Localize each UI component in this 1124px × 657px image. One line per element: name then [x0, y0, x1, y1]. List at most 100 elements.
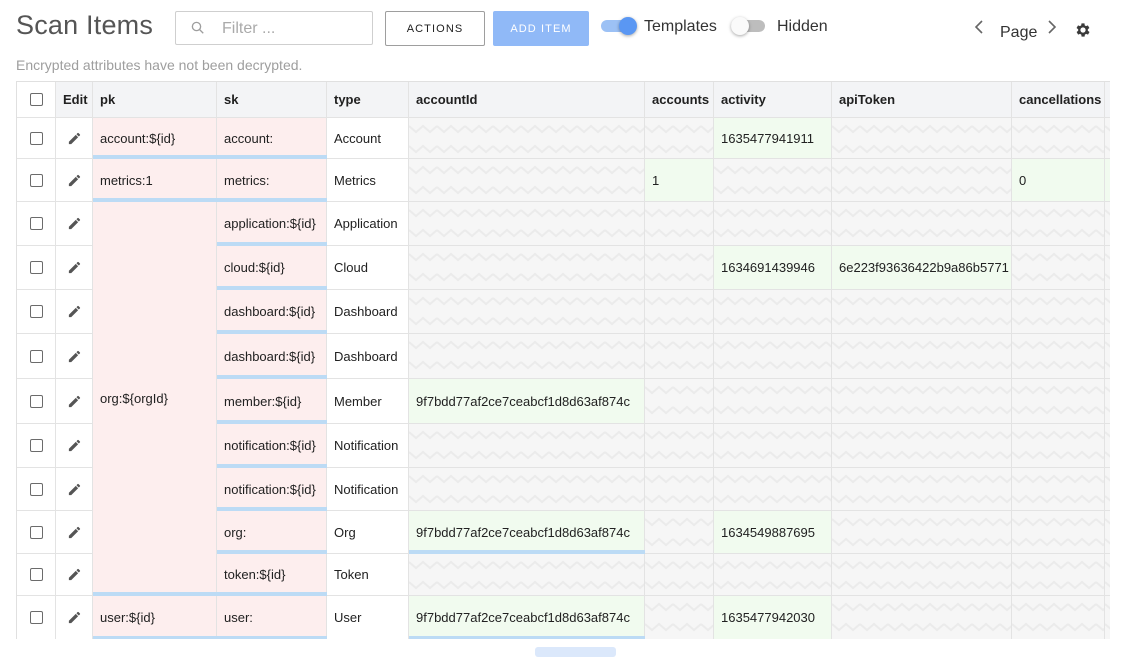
type-value: Notification [334, 481, 399, 497]
row-select-cell[interactable] [17, 118, 56, 159]
accountId-cell [409, 554, 645, 596]
activity-cell [714, 334, 832, 379]
row-checkbox[interactable] [29, 261, 43, 274]
actions-button[interactable]: ACTIONS [385, 11, 485, 46]
sk-underline [217, 550, 327, 554]
column-header-activity[interactable]: activity [714, 82, 832, 118]
row-checkbox[interactable] [29, 173, 43, 187]
pencil-icon[interactable] [67, 438, 82, 453]
row-checkbox[interactable] [29, 349, 43, 363]
row-checkbox[interactable] [29, 131, 43, 145]
type-value: Dashboard [334, 348, 398, 364]
overflow-cell [1105, 246, 1110, 290]
accountId-cell: 9f7bdd77af2ce7ceabcf1d8d63af874c [409, 596, 645, 639]
column-header-type[interactable]: type [327, 82, 409, 118]
row-edit-cell[interactable] [56, 379, 93, 424]
column-header-accounts[interactable]: accounts [645, 82, 714, 118]
row-checkbox[interactable] [29, 394, 43, 408]
pencil-icon[interactable] [67, 304, 82, 319]
row-edit-cell[interactable] [56, 554, 93, 596]
row-edit-cell[interactable] [56, 468, 93, 511]
activity-cell [714, 202, 832, 246]
pencil-icon[interactable] [67, 525, 82, 540]
select-all-cell[interactable] [17, 82, 56, 118]
pk-cell: org:${orgId} [93, 202, 217, 596]
row-select-cell[interactable] [17, 596, 56, 639]
type-cell: User [327, 596, 409, 639]
sk-value: cloud:${id} [224, 260, 285, 275]
pencil-icon[interactable] [67, 349, 82, 364]
column-header-edit[interactable]: Edit [56, 82, 93, 118]
column-header-label: accountId [416, 92, 478, 107]
page-label: Page [1000, 24, 1038, 41]
select-all-checkbox[interactable] [29, 93, 43, 106]
apiToken-cell: 6e223f93636422b9a86b5771 [832, 246, 1012, 290]
pencil-icon[interactable] [67, 173, 82, 188]
row-select-cell[interactable] [17, 424, 56, 468]
cancellations-cell [1012, 596, 1105, 639]
type-cell: Token [327, 554, 409, 596]
gear-icon[interactable] [1074, 21, 1092, 39]
row-checkbox[interactable] [29, 482, 43, 496]
activity-cell [714, 379, 832, 424]
row-select-cell[interactable] [17, 334, 56, 379]
pencil-icon[interactable] [67, 567, 82, 582]
pencil-icon[interactable] [67, 482, 82, 497]
row-edit-cell[interactable] [56, 424, 93, 468]
row-select-cell[interactable] [17, 379, 56, 424]
row-edit-cell[interactable] [56, 334, 93, 379]
row-select-cell[interactable] [17, 554, 56, 596]
column-header-accountId[interactable]: accountId [409, 82, 645, 118]
apiToken-cell [832, 554, 1012, 596]
scroll-handle[interactable] [535, 647, 616, 657]
row-edit-cell[interactable] [56, 511, 93, 554]
row-edit-cell[interactable] [56, 596, 93, 639]
chevron-right-icon[interactable] [1045, 19, 1059, 35]
cancellations-cell [1012, 554, 1105, 596]
sk-cell: org: [217, 511, 327, 554]
row-edit-cell[interactable] [56, 159, 93, 202]
pencil-icon[interactable] [67, 216, 82, 231]
pencil-icon[interactable] [67, 394, 82, 409]
row-checkbox[interactable] [29, 217, 43, 230]
row-select-cell[interactable] [17, 202, 56, 246]
sk-underline [217, 464, 327, 468]
templates-toggle[interactable] [601, 17, 637, 37]
row-edit-cell[interactable] [56, 118, 93, 159]
row-select-cell[interactable] [17, 511, 56, 554]
filter-field[interactable] [175, 11, 373, 45]
pk-cell: user:${id} [93, 596, 217, 639]
row-select-cell[interactable] [17, 468, 56, 511]
column-header-apiToken[interactable]: apiToken [832, 82, 1012, 118]
cancellations-cell [1012, 379, 1105, 424]
overflow-cell [1105, 159, 1110, 202]
column-header-pk[interactable]: pk [93, 82, 217, 118]
row-select-cell[interactable] [17, 246, 56, 290]
filter-input[interactable] [220, 16, 369, 42]
row-edit-cell[interactable] [56, 246, 93, 290]
row-select-cell[interactable] [17, 290, 56, 334]
sk-value: metrics: [224, 172, 270, 188]
pencil-icon[interactable] [67, 260, 82, 275]
column-header-cancellations[interactable]: cancellations [1012, 82, 1105, 118]
row-checkbox[interactable] [29, 439, 43, 452]
activity-value: 1634549887695 [721, 524, 815, 540]
pencil-icon[interactable] [67, 131, 82, 146]
activity-value: 1635477942030 [721, 610, 815, 625]
row-checkbox[interactable] [29, 305, 43, 318]
sk-underline [217, 636, 327, 639]
cancellations-cell [1012, 334, 1105, 379]
row-edit-cell[interactable] [56, 202, 93, 246]
add-item-button[interactable]: ADD ITEM [493, 11, 589, 46]
type-value: Account [334, 130, 381, 146]
row-checkbox[interactable] [29, 611, 43, 624]
column-header-sk[interactable]: sk [217, 82, 327, 118]
row-checkbox[interactable] [29, 525, 43, 539]
hidden-toggle[interactable] [731, 17, 767, 37]
row-select-cell[interactable] [17, 159, 56, 202]
row-edit-cell[interactable] [56, 290, 93, 334]
chevron-left-icon[interactable] [972, 19, 986, 35]
pencil-icon[interactable] [67, 610, 82, 625]
row-checkbox[interactable] [29, 568, 43, 581]
activity-cell: 1635477941911 [714, 118, 832, 159]
